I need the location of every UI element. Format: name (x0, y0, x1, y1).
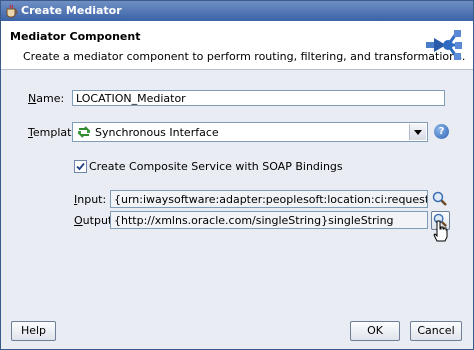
create-mediator-dialog: Create Mediator Mediator Component Creat… (0, 0, 474, 350)
search-input-icon[interactable] (432, 191, 448, 207)
help-button[interactable]: Help (11, 321, 56, 341)
name-label: Name: (28, 92, 65, 105)
template-value: Synchronous Interface (95, 126, 219, 139)
mediator-component-icon (426, 30, 462, 60)
title-bar[interactable]: Create Mediator (1, 1, 473, 21)
composite-checkbox[interactable] (74, 160, 87, 173)
window-title: Create Mediator (21, 4, 122, 17)
ok-button[interactable]: OK (350, 321, 400, 341)
dialog-header: Mediator Component Create a mediator com… (1, 21, 473, 70)
help-icon[interactable]: ? (434, 124, 449, 139)
checkmark-icon (76, 162, 85, 171)
app-cup-icon (6, 4, 18, 18)
name-field[interactable]: LOCATION_Mediator (72, 90, 445, 106)
chevron-down-icon[interactable] (409, 124, 426, 140)
header-title: Mediator Component (10, 30, 141, 43)
cancel-button[interactable]: Cancel (410, 321, 462, 341)
input-field[interactable]: {urn:iwaysoftware:adapter:peoplesoft:loc… (110, 190, 428, 208)
sync-interface-icon (78, 126, 90, 138)
input-label: Input: (74, 193, 107, 206)
composite-label: Create Composite Service with SOAP Bindi… (89, 160, 343, 173)
output-field[interactable]: {http://xmlns.oracle.com/singleString}si… (110, 211, 428, 229)
template-select[interactable]: Synchronous Interface (72, 122, 428, 142)
header-description: Create a mediator component to perform r… (23, 50, 466, 63)
hand-cursor-icon (433, 220, 448, 242)
